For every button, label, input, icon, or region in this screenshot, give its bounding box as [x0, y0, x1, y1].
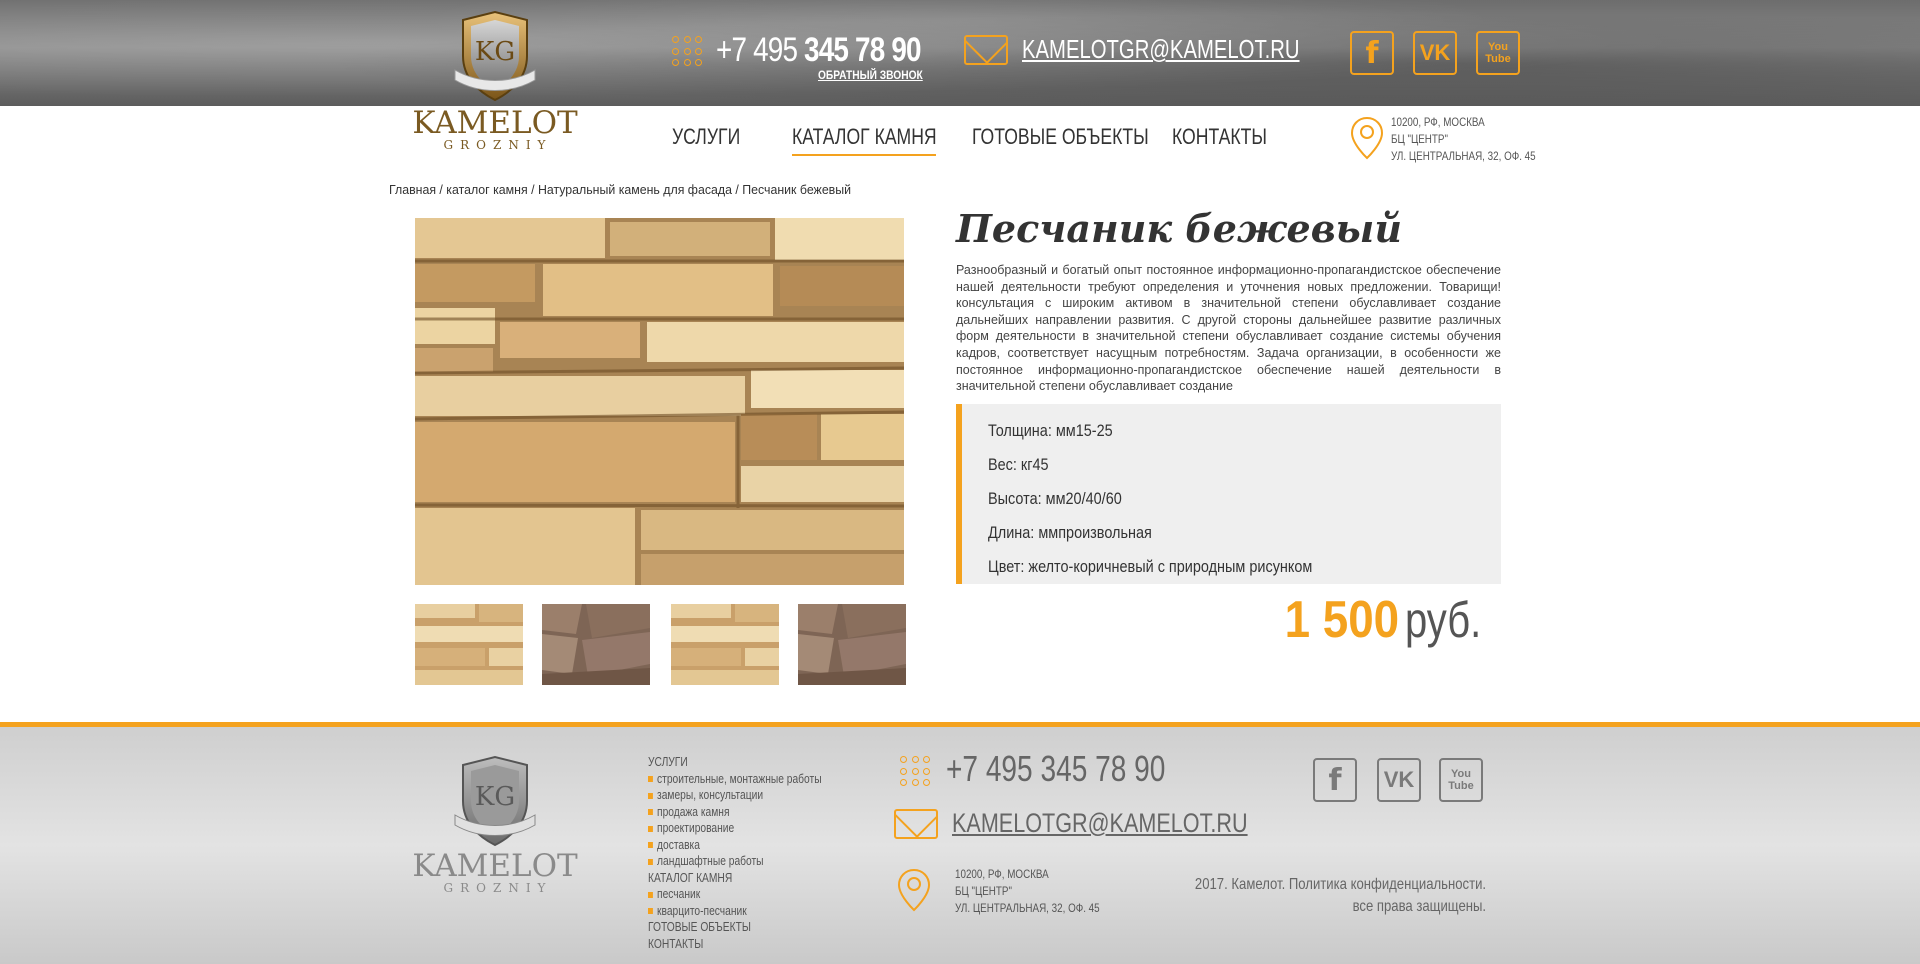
copyright: 2017. Камелот. Политика конфиденциальнос…: [1195, 874, 1486, 918]
spec-length: Длина: ммпроизвольная: [988, 523, 1152, 542]
footer-address: 10200, РФ, МОСКВА БЦ "ЦЕНТР" УЛ. ЦЕНТРАЛ…: [955, 867, 1100, 915]
footer-phone-number[interactable]: +7 495 345 78 90: [946, 748, 1165, 790]
footer-email[interactable]: KAMELOTGR@KAMELOT.RU: [894, 808, 1321, 839]
thumbnail-3[interactable]: [671, 604, 779, 685]
price-currency: руб.: [1404, 592, 1481, 648]
header-phone[interactable]: +7 495 345 78 90: [672, 30, 966, 70]
main-nav: УСЛУГИ КАТАЛОГ КАМНЯ ГОТОВЫЕ ОБЪЕКТЫ КОН…: [672, 124, 1292, 156]
privacy-policy-link[interactable]: 2017. Камелот. Политика конфиденциальнос…: [1195, 874, 1486, 896]
dialpad-icon: [900, 756, 932, 788]
footer-menu-services[interactable]: УСЛУГИ: [648, 754, 822, 771]
footer-menu-subitem[interactable]: кварцито-песчаник: [648, 903, 822, 920]
footer-menu-subitem[interactable]: строительные, монтажные работы: [648, 771, 822, 788]
youtube-icon[interactable]: You Tube: [1439, 758, 1483, 802]
svg-text:KG: KG: [475, 37, 515, 67]
footer-menu-subitem[interactable]: доставка: [648, 837, 822, 854]
footer-logo-brand: KAMELOT: [412, 848, 578, 884]
logo-brand: KAMELOT: [412, 105, 578, 141]
youtube-icon[interactable]: You Tube: [1476, 31, 1520, 75]
footer-menu-subitem[interactable]: продажа камня: [648, 804, 822, 821]
thumbnail-4[interactable]: [798, 604, 906, 685]
nav-item-catalog[interactable]: КАТАЛОГ КАМНЯ: [792, 124, 937, 156]
email-link[interactable]: KAMELOTGR@KAMELOT.RU: [1022, 34, 1300, 65]
nav-item-objects[interactable]: ГОТОВЫЕ ОБЪЕКТЫ: [972, 124, 1149, 156]
stone-photo: [415, 218, 904, 585]
footer-logo-subtitle: GROZNIY: [443, 881, 553, 895]
facebook-icon[interactable]: f: [1350, 31, 1394, 75]
product-title: Песчаник бежевый: [956, 206, 1402, 251]
footer-menu-subitem[interactable]: песчаник: [648, 886, 822, 903]
vk-icon[interactable]: VK: [1377, 758, 1421, 802]
spec-thickness: Толщина: мм15-25: [988, 421, 1113, 440]
price-value: 1 500: [1284, 591, 1399, 649]
nav-item-contacts[interactable]: КОНТАКТЫ: [1172, 124, 1268, 156]
svg-text:KG: KG: [475, 782, 515, 812]
stone-thumb-beige: [415, 604, 523, 685]
spec-color: Цвет: желто-коричневый с природным рисун…: [988, 557, 1313, 576]
dialpad-icon: [672, 36, 704, 68]
callback-link[interactable]: ОБРАТНЫЙ ЗВОНОК: [818, 68, 923, 82]
footer-menu: УСЛУГИ строительные, монтажные работы за…: [648, 754, 822, 952]
product-price: 1 500 руб.: [1269, 590, 1500, 650]
site-logo[interactable]: KG KAMELOT GROZNIY: [412, 10, 578, 165]
mail-icon: [964, 34, 1008, 65]
mail-icon: [894, 808, 938, 839]
breadcrumb[interactable]: Главная / каталог камня / Натуральный ка…: [389, 182, 851, 197]
shield-logo-icon: KG: [454, 10, 536, 102]
footer-menu-subitem[interactable]: ландшафтные работы: [648, 853, 822, 870]
footer-email-link[interactable]: KAMELOTGR@KAMELOT.RU: [952, 808, 1248, 839]
logo-subtitle: GROZNIY: [443, 138, 553, 152]
footer-menu-subitem[interactable]: проектирование: [648, 820, 822, 837]
phone-number[interactable]: +7 495 345 78 90: [716, 30, 922, 70]
stone-thumb-brown: [542, 604, 650, 685]
footer-menu-subitem[interactable]: замеры, консультации: [648, 787, 822, 804]
location-pin-icon: [1350, 116, 1384, 160]
footer-logo[interactable]: KG KAMELOT GROZNIY: [412, 755, 578, 895]
rights-reserved: все права защищены.: [1352, 898, 1486, 915]
facebook-icon[interactable]: f: [1313, 758, 1357, 802]
thumbnail-1[interactable]: [415, 604, 523, 685]
product-main-photo[interactable]: [415, 218, 904, 585]
spec-weight: Вес: кг45: [988, 455, 1049, 474]
spec-height: Высота: мм20/40/60: [988, 489, 1122, 508]
location-pin-icon: [897, 868, 931, 912]
footer-menu-contacts[interactable]: КОНТАКТЫ: [648, 936, 822, 953]
header-email[interactable]: KAMELOTGR@KAMELOT.RU: [964, 34, 1378, 65]
footer-menu-objects[interactable]: ГОТОВЫЕ ОБЪЕКТЫ: [648, 919, 822, 936]
header-address: 10200, РФ, МОСКВА БЦ "ЦЕНТР" УЛ. ЦЕНТРАЛ…: [1391, 115, 1536, 163]
stone-thumb-brown: [798, 604, 906, 685]
footer-phone[interactable]: +7 495 345 78 90: [900, 748, 1227, 790]
product-description: Разнообразный и богатый опыт постоянное …: [956, 263, 1501, 394]
stone-thumb-beige: [671, 604, 779, 685]
nav-item-services[interactable]: УСЛУГИ: [672, 124, 768, 156]
vk-icon[interactable]: VK: [1413, 31, 1457, 75]
shield-logo-icon: KG: [454, 755, 536, 847]
footer-menu-catalog[interactable]: КАТАЛОГ КАМНЯ: [648, 870, 822, 887]
product-specs: Толщина: мм15-25 Вес: кг45 Высота: мм20/…: [956, 404, 1501, 584]
thumbnail-2[interactable]: [542, 604, 650, 685]
